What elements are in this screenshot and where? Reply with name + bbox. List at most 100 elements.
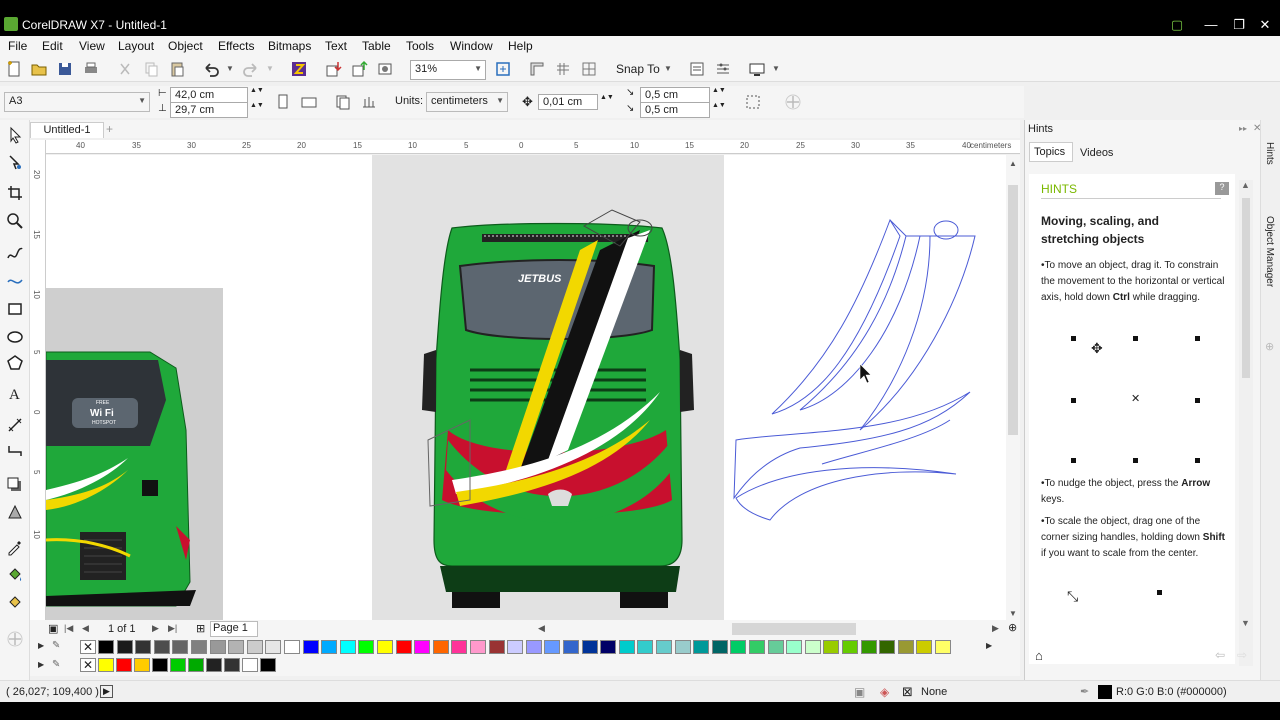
rail-tab-hints[interactable]: Hints <box>1264 142 1275 165</box>
drop-shadow-tool-icon[interactable] <box>6 476 24 494</box>
redo-dropdown-icon[interactable]: ▼ <box>266 64 274 73</box>
color-swatch[interactable] <box>246 640 263 654</box>
color-swatch[interactable] <box>600 640 617 654</box>
crop-tool-icon[interactable] <box>6 184 24 202</box>
scroll-right-icon[interactable]: ▶ <box>992 623 999 634</box>
restore-button[interactable]: ❐ <box>1228 16 1250 34</box>
pick-tool-icon[interactable] <box>6 126 24 144</box>
menu-object[interactable]: Object <box>168 39 203 53</box>
menu-view[interactable]: View <box>79 39 105 53</box>
color-swatch[interactable] <box>767 640 784 654</box>
undo-icon[interactable] <box>202 60 220 78</box>
color-swatch[interactable] <box>395 640 412 654</box>
page-options-icon[interactable]: ▣ <box>48 622 58 635</box>
minimize-button[interactable]: — <box>1200 16 1222 34</box>
dup-y-spinner-icon[interactable]: ▲▼ <box>712 102 726 109</box>
new-tab-icon[interactable]: + <box>106 122 113 136</box>
shape-tool-icon[interactable] <box>6 154 24 172</box>
zoom-tool-icon[interactable] <box>6 212 24 230</box>
redo-icon[interactable] <box>242 60 260 78</box>
new-document-icon[interactable] <box>5 60 23 78</box>
color-swatch[interactable] <box>98 640 114 654</box>
duplicate-distance-x-field[interactable]: 0,5 cm <box>640 87 710 103</box>
color-swatch[interactable] <box>637 640 654 654</box>
document-color-swatch[interactable] <box>260 658 276 672</box>
rail-add-icon[interactable]: ⊕ <box>1265 340 1274 353</box>
hints-back-icon[interactable]: ⇦ <box>1215 648 1225 662</box>
color-swatch[interactable] <box>321 640 338 654</box>
scroll-up-icon[interactable]: ▲ <box>1009 159 1017 168</box>
undo-dropdown-icon[interactable]: ▼ <box>226 64 234 73</box>
color-swatch[interactable] <box>414 640 431 654</box>
color-swatch[interactable] <box>432 640 449 654</box>
color-swatch[interactable] <box>116 640 133 654</box>
previous-page-icon[interactable]: ◀ <box>82 623 89 634</box>
palette-scroll-icon[interactable]: ▶ <box>38 641 44 650</box>
full-screen-icon[interactable] <box>494 60 512 78</box>
document-color-swatch[interactable] <box>206 658 222 672</box>
color-swatch[interactable] <box>860 640 877 654</box>
cut-icon[interactable] <box>116 60 134 78</box>
color-swatch[interactable] <box>470 640 486 654</box>
tab-videos[interactable]: Videos <box>1080 147 1113 159</box>
smart-fill-tool-icon[interactable] <box>6 594 24 612</box>
document-color-swatch[interactable] <box>188 658 204 672</box>
copy-icon[interactable] <box>142 60 160 78</box>
options-icon[interactable] <box>714 60 732 78</box>
polygon-tool-icon[interactable] <box>6 354 24 372</box>
color-swatch[interactable] <box>377 640 393 654</box>
color-swatch[interactable] <box>228 640 245 654</box>
document-tab[interactable]: Untitled-1 <box>30 122 104 138</box>
page-height-field[interactable]: 29,7 cm <box>170 102 248 118</box>
color-swatch[interactable] <box>804 640 821 654</box>
color-swatch[interactable] <box>581 640 598 654</box>
snap-to-dropdown-icon[interactable]: ▼ <box>664 64 672 73</box>
document-color-swatch[interactable] <box>116 658 132 672</box>
document-palette-eyedropper-icon[interactable]: ✎ <box>52 659 60 670</box>
hints-forward-icon[interactable]: ⇨ <box>1237 648 1247 662</box>
landscape-icon[interactable] <box>300 93 318 111</box>
menu-window[interactable]: Window <box>450 39 493 53</box>
height-spinner-icon[interactable]: ▲▼ <box>250 102 264 109</box>
color-swatch[interactable] <box>842 640 858 654</box>
portrait-icon[interactable] <box>274 93 292 111</box>
nudge-spinner-icon[interactable]: ▲▼ <box>600 94 614 101</box>
launcher-dropdown-icon[interactable]: ▼ <box>772 64 780 73</box>
rail-tab-object-manager[interactable]: Object Manager <box>1264 216 1275 287</box>
page-size-combo[interactable]: A3 ▼ <box>4 92 150 112</box>
color-swatch[interactable] <box>897 640 914 654</box>
snap-to-label[interactable]: Snap To <box>616 62 660 76</box>
last-page-icon[interactable]: ▶| <box>168 623 177 634</box>
vertical-ruler[interactable]: 20 15 10 5 0 5 10 <box>30 140 46 620</box>
connector-tool-icon[interactable] <box>6 442 24 460</box>
color-proof-icon[interactable]: ▣ <box>854 685 865 699</box>
color-swatch[interactable] <box>711 640 728 654</box>
hints-home-icon[interactable]: ⌂ <box>1035 648 1043 663</box>
document-no-color-swatch[interactable]: ✕ <box>80 658 96 672</box>
freehand-tool-icon[interactable] <box>6 244 24 262</box>
add-tool-icon[interactable] <box>6 630 24 648</box>
duplicate-distance-y-field[interactable]: 0,5 cm <box>640 102 710 118</box>
color-swatch[interactable] <box>209 640 226 654</box>
ellipse-tool-icon[interactable] <box>6 328 24 346</box>
add-page-icon[interactable]: ⊞ <box>196 622 205 635</box>
show-grid-icon[interactable] <box>554 60 572 78</box>
import-icon[interactable] <box>324 60 342 78</box>
dup-x-spinner-icon[interactable]: ▲▼ <box>712 87 726 94</box>
color-swatch[interactable] <box>563 640 579 654</box>
export-icon[interactable] <box>350 60 368 78</box>
menu-table[interactable]: Table <box>362 39 391 53</box>
transparency-tool-icon[interactable] <box>6 504 24 522</box>
first-page-icon[interactable]: |◀ <box>64 623 73 634</box>
paste-icon[interactable] <box>168 60 186 78</box>
menu-help[interactable]: Help <box>508 39 533 53</box>
docker-collapse-icon[interactable]: ▸▸ <box>1239 124 1247 133</box>
vertical-scrollbar[interactable]: ▲ ▼ <box>1006 155 1020 620</box>
color-swatch[interactable] <box>135 640 152 654</box>
palette-eyedropper-icon[interactable]: ✎ <box>52 640 60 651</box>
color-swatch[interactable] <box>879 640 896 654</box>
hints-scroll-up-icon[interactable]: ▲ <box>1241 180 1250 190</box>
color-eyedropper-tool-icon[interactable] <box>6 538 24 556</box>
palette-expand-icon[interactable]: ▶ <box>986 641 992 650</box>
close-button[interactable]: ✕ <box>1254 16 1276 34</box>
